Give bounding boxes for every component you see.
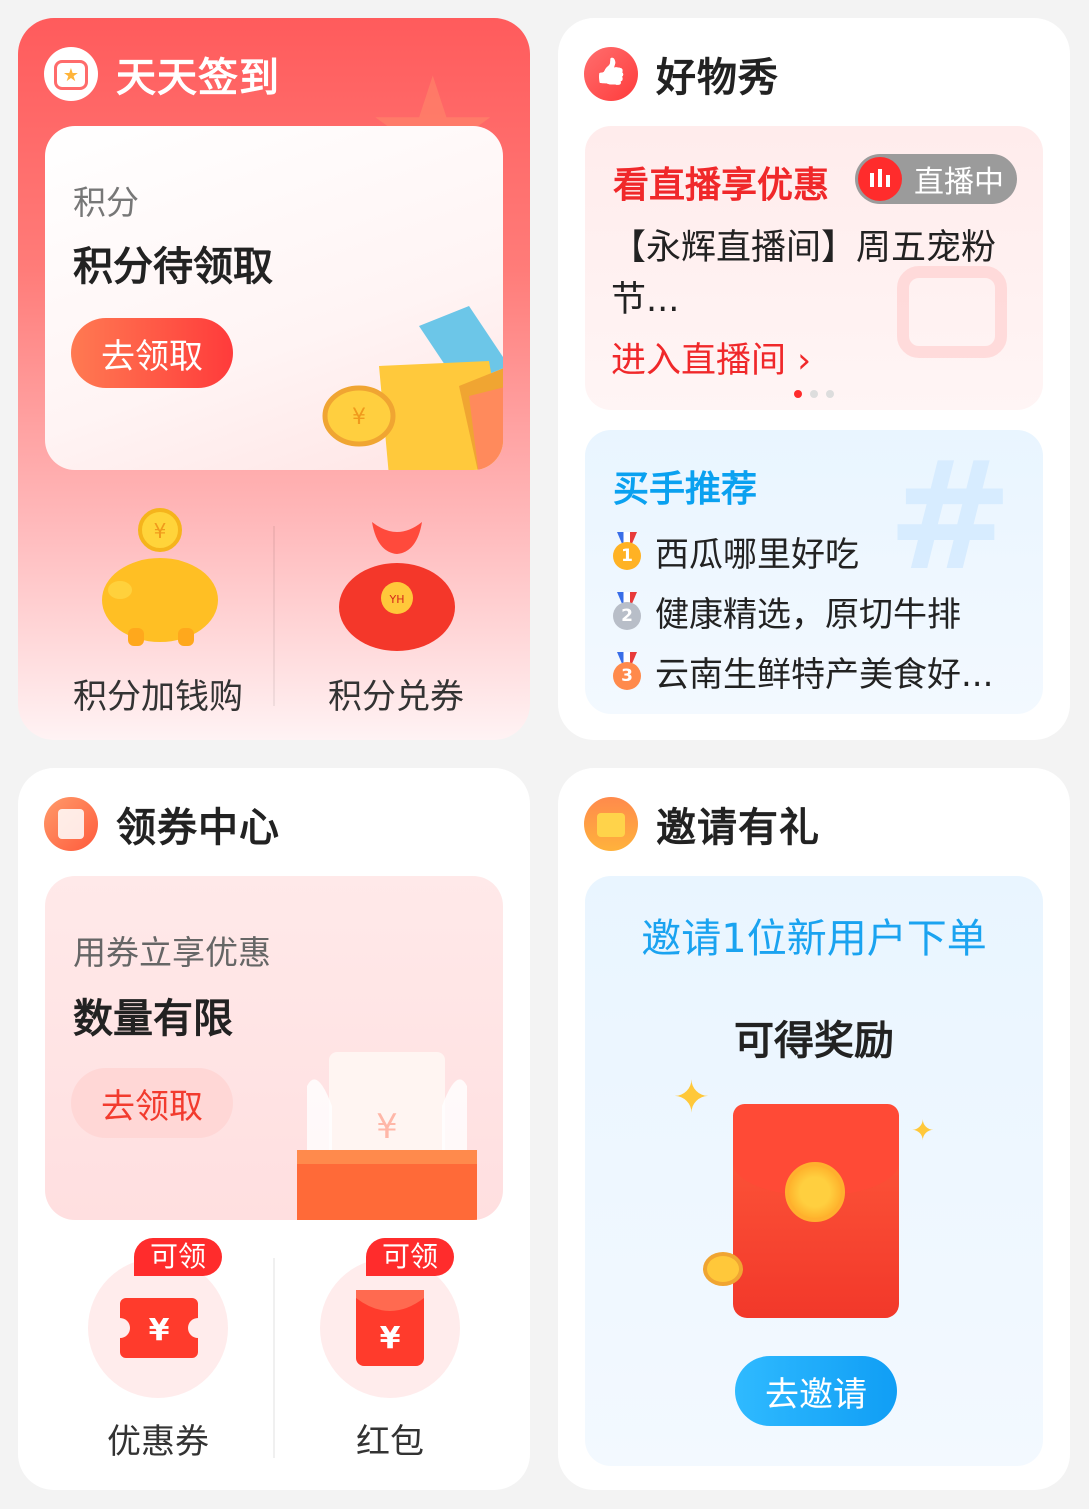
buyer-recommend-panel[interactable]: # 买手推荐 1 西瓜哪里好吃 2 健康精选，原切牛排 3 云南生鲜特产美食好.… bbox=[585, 430, 1043, 714]
gift-icon bbox=[584, 797, 638, 851]
divider bbox=[273, 526, 275, 706]
checkin-card[interactable]: ★ 天天签到 积分 积分待领取 去领取 ¥ ¥ 积分加钱购 YH 积分兑券 bbox=[18, 18, 530, 740]
coupon-item-label: 优惠券 bbox=[107, 1422, 209, 1462]
claim-points-button[interactable]: 去领取 bbox=[71, 318, 233, 388]
invite-button[interactable]: 去邀请 bbox=[735, 1356, 897, 1426]
sparkle-icon: ✦ bbox=[673, 1072, 710, 1123]
carousel-dots bbox=[585, 390, 1043, 398]
checkin-header: 天天签到 bbox=[44, 46, 280, 102]
recommend-item[interactable]: 3 云南生鲜特产美食好... bbox=[611, 646, 993, 696]
bronze-medal-icon: 3 bbox=[611, 652, 643, 690]
carousel-dot-active bbox=[794, 390, 802, 398]
live-bars-icon bbox=[858, 157, 902, 201]
carousel-dot bbox=[826, 390, 834, 398]
red-packet-item[interactable]: ¥ 可领 红包 bbox=[320, 1238, 460, 1468]
red-packet-icon-bg: ¥ bbox=[320, 1258, 460, 1398]
claimable-tag: 可领 bbox=[366, 1238, 455, 1276]
invite-headline: 邀请1位新用户下单 bbox=[641, 916, 987, 962]
claimable-tag: 可领 bbox=[134, 1238, 223, 1276]
red-packet-icon: ¥ bbox=[356, 1290, 424, 1366]
checkin-title: 天天签到 bbox=[116, 55, 280, 101]
live-badge: 直播中 bbox=[855, 154, 1017, 204]
thumbs-up-icon bbox=[584, 47, 638, 101]
hash-decoration: # bbox=[887, 430, 1013, 604]
divider bbox=[273, 1258, 275, 1458]
claim-coupon-button[interactable]: 去领取 bbox=[71, 1068, 233, 1138]
live-badge-label: 直播中 bbox=[914, 165, 1004, 200]
points-panel[interactable]: 积分 积分待领取 去领取 ¥ bbox=[45, 126, 503, 470]
piggy-bank-icon: ¥ bbox=[102, 508, 218, 646]
coupon-center-card[interactable]: 领券中心 用券立享优惠 数量有限 去领取 ¥ ¥ 可领 优惠券 ¥ 可领 红包 bbox=[18, 768, 530, 1490]
checkin-shortcuts: ¥ 积分加钱购 YH 积分兑券 bbox=[18, 508, 530, 740]
good-show-title: 好物秀 bbox=[656, 55, 779, 101]
good-show-header: 好物秀 bbox=[584, 46, 779, 102]
gold-medal-icon: 1 bbox=[611, 532, 643, 570]
coupon-status: 数量有限 bbox=[73, 996, 233, 1042]
lucky-bag-icon: YH bbox=[339, 522, 455, 651]
live-description: 【永辉直播间】周五宠粉节... bbox=[611, 228, 997, 320]
invite-card[interactable]: 邀请有礼 邀请1位新用户下单 可得奖励 ✦ ✦ ✦ 去邀请 bbox=[558, 768, 1070, 1490]
svg-text:YH: YH bbox=[389, 593, 405, 606]
coin-icon bbox=[703, 1252, 743, 1286]
live-title: 看直播享优惠 bbox=[613, 165, 830, 206]
invite-header: 邀请有礼 bbox=[584, 796, 820, 852]
svg-text:¥: ¥ bbox=[380, 1321, 401, 1356]
svg-text:¥: ¥ bbox=[154, 519, 167, 543]
recommend-item-text: 云南生鲜特产美食好... bbox=[655, 654, 994, 695]
coupon-shortcuts: ¥ 可领 优惠券 ¥ 可领 红包 bbox=[18, 1238, 530, 1478]
enter-live-link[interactable]: 进入直播间 › bbox=[611, 332, 811, 383]
coupon-panel[interactable]: 用券立享优惠 数量有限 去领取 ¥ bbox=[45, 876, 503, 1220]
coupon-center-title: 领券中心 bbox=[116, 805, 280, 851]
coupon-bag-icon bbox=[44, 797, 98, 851]
ticket-icon: ¥ bbox=[120, 1298, 198, 1358]
coupon-item[interactable]: ¥ 可领 优惠券 bbox=[88, 1238, 228, 1468]
recommend-item-text: 健康精选，原切牛排 bbox=[655, 594, 961, 635]
points-exchange-coupon-item[interactable]: YH 积分兑券 bbox=[276, 508, 516, 718]
svg-text:¥: ¥ bbox=[352, 405, 366, 430]
points-label: 积分 bbox=[73, 183, 139, 222]
recommend-title: 买手推荐 bbox=[613, 469, 758, 510]
silver-medal-icon: 2 bbox=[611, 592, 643, 630]
recommend-item[interactable]: 2 健康精选，原切牛排 bbox=[611, 586, 961, 636]
coupon-box-illustration: ¥ bbox=[297, 1052, 477, 1220]
live-stream-panel[interactable]: 看直播享优惠 直播中 【永辉直播间】周五宠粉节... 进入直播间 › bbox=[585, 126, 1043, 410]
gift-box-illustration: ¥ bbox=[322, 306, 503, 470]
carousel-dot bbox=[810, 390, 818, 398]
coupon-subtitle: 用券立享优惠 bbox=[73, 933, 271, 972]
recommend-item[interactable]: 1 西瓜哪里好吃 bbox=[611, 526, 859, 576]
sparkle-icon: ✦ bbox=[911, 1114, 935, 1147]
invite-panel[interactable]: 邀请1位新用户下单 可得奖励 ✦ ✦ ✦ 去邀请 bbox=[585, 876, 1043, 1466]
calendar-icon bbox=[44, 47, 98, 101]
recommend-item-text: 西瓜哪里好吃 bbox=[655, 534, 859, 575]
svg-text:¥: ¥ bbox=[149, 1313, 170, 1348]
points-status: 积分待领取 bbox=[73, 244, 273, 290]
red-packet-label: 红包 bbox=[356, 1422, 424, 1462]
points-plus-cash-item[interactable]: ¥ 积分加钱购 bbox=[38, 508, 278, 718]
coupon-icon-bg: ¥ bbox=[88, 1258, 228, 1398]
points-plus-cash-label: 积分加钱购 bbox=[73, 677, 243, 717]
coupon-center-header: 领券中心 bbox=[44, 796, 280, 852]
invite-reward-text: 可得奖励 bbox=[734, 1018, 894, 1064]
good-show-card[interactable]: 好物秀 看直播享优惠 直播中 【永辉直播间】周五宠粉节... 进入直播间 › #… bbox=[558, 18, 1070, 740]
red-envelope-illustration bbox=[733, 1104, 899, 1318]
points-exchange-coupon-label: 积分兑券 bbox=[328, 677, 464, 717]
svg-text:¥: ¥ bbox=[376, 1107, 398, 1147]
invite-title: 邀请有礼 bbox=[656, 805, 820, 851]
